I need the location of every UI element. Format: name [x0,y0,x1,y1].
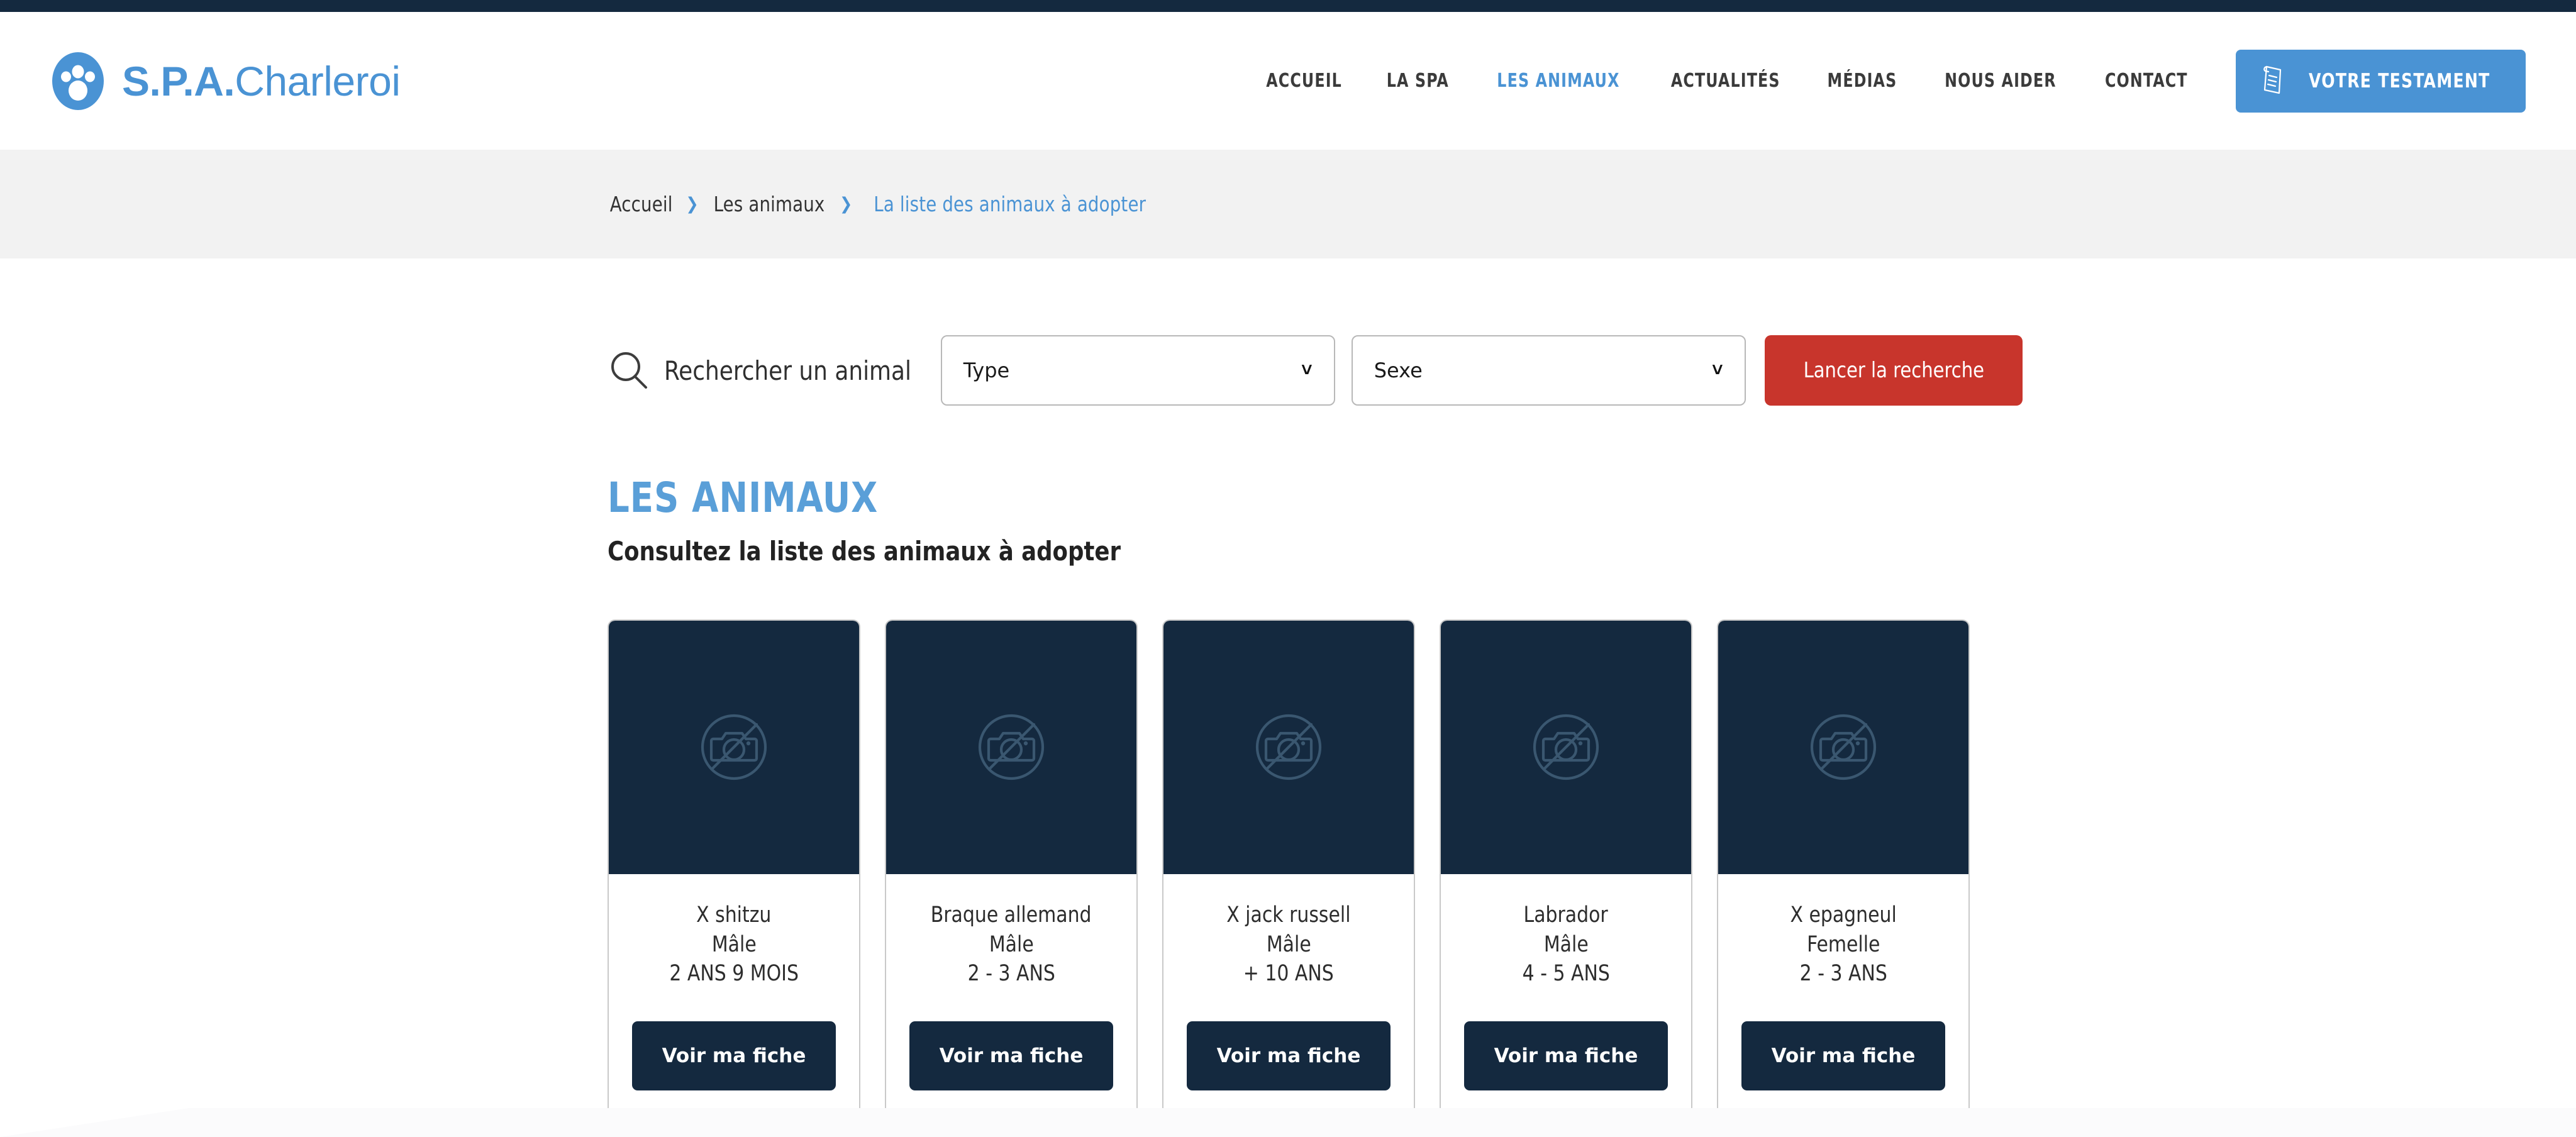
no-photo-camera-icon [1533,714,1599,780]
animal-card[interactable]: Braque allemand Mâle 2 - 3 ANS Voir ma f… [885,619,1138,1133]
voir-ma-fiche-label: Voir ma fiche [1494,1044,1638,1067]
breadcrumb-item-current: La liste des animaux à adopter [873,192,1146,216]
chevron-down-icon: ˅ [1301,360,1313,380]
animal-sex: Mâle [711,931,757,957]
votre-testament-label: VOTRE TESTAMENT [2309,69,2490,92]
breadcrumb-band: Accueil ❯ Les animaux ❯ La liste des ani… [0,150,2576,258]
nav-item-medias[interactable]: MÉDIAS [1812,70,1913,92]
animal-breed: X jack russell [1226,902,1351,928]
main-navigation: ACCUEIL LA SPA LES ANIMAUX ACTUALITÉS MÉ… [1243,49,2526,113]
animal-age: 2 ANS 9 MOIS [669,961,799,987]
animal-card-body: Labrador Mâle 4 - 5 ANS Voir ma fiche [1441,874,1691,1132]
sex-select-value: Sexe [1374,358,1423,382]
animal-age: 2 - 3 ANS [1799,961,1887,987]
search-icon [608,349,650,392]
launch-search-button[interactable]: Lancer la recherche [1764,335,2023,406]
animal-card-body: X shitzu Mâle 2 ANS 9 MOIS Voir ma fiche [609,874,859,1132]
voir-ma-fiche-button[interactable]: Voir ma fiche [631,1021,836,1090]
page-subtitle: Consultez la liste des animaux à adopter [608,536,1121,567]
paw-circle-icon [50,50,106,112]
animal-breed: Braque allemand [931,902,1092,928]
animal-card-body: Braque allemand Mâle 2 - 3 ANS Voir ma f… [886,874,1136,1132]
nav-item-contact[interactable]: CONTACT [2089,70,2203,92]
animal-breed: X shitzu [696,902,772,928]
animal-sex: Femelle [1806,931,1880,957]
page-title: LES ANIMAUX [608,474,879,522]
brand-name-bold: S.P.A. [122,57,235,104]
nav-item-la-spa[interactable]: LA SPA [1371,70,1464,92]
nav-item-actualites[interactable]: ACTUALITÉS [1655,70,1796,92]
animal-age: 2 - 3 ANS [967,961,1055,987]
nav-item-nous-aider[interactable]: NOUS AIDER [1929,70,2072,92]
animal-sex: Mâle [1266,931,1311,957]
voir-ma-fiche-label: Voir ma fiche [1771,1044,1916,1067]
breadcrumb-item-les-animaux[interactable]: Les animaux [714,192,825,216]
animal-card[interactable]: X shitzu Mâle 2 ANS 9 MOIS Voir ma fiche [608,619,860,1133]
animal-sex: Mâle [1543,931,1589,957]
animal-sex: Mâle [989,931,1034,957]
animal-breed: X epagneul [1790,902,1897,928]
animal-photo-placeholder [1163,620,1414,874]
chevron-right-icon: ❯ [686,194,699,214]
site-logo[interactable]: S.P.A.Charleroi [50,50,401,112]
animal-age: + 10 ANS [1243,961,1334,987]
animal-card[interactable]: X epagneul Femelle 2 - 3 ANS Voir ma fic… [1717,619,1970,1133]
animal-card-grid: X shitzu Mâle 2 ANS 9 MOIS Voir ma fiche [608,619,2576,1133]
animal-card[interactable]: Labrador Mâle 4 - 5 ANS Voir ma fiche [1440,619,1692,1133]
breadcrumb-item-accueil[interactable]: Accueil [610,192,673,216]
brand-wordmark: S.P.A.Charleroi [122,60,401,102]
site-header: S.P.A.Charleroi ACCUEIL LA SPA LES ANIMA… [0,12,2576,150]
animal-photo-placeholder [886,620,1136,874]
type-select[interactable]: Type ˅ [940,335,1335,406]
animal-card-body: X jack russell Mâle + 10 ANS Voir ma fic… [1163,874,1414,1132]
main-content: Rechercher un animal Type ˅ Sexe ˅ Lance… [0,258,2576,1133]
votre-testament-button[interactable]: VOTRE TESTAMENT [2236,49,2526,113]
top-accent-bar [0,0,2576,12]
nav-item-les-animaux[interactable]: LES ANIMAUX [1481,70,1635,92]
voir-ma-fiche-button[interactable]: Voir ma fiche [1463,1021,1668,1090]
nav-item-accueil[interactable]: ACCUEIL [1250,70,1357,92]
brand-name-light: Charleroi [235,57,401,104]
animal-card[interactable]: X jack russell Mâle + 10 ANS Voir ma fic… [1162,619,1415,1133]
no-photo-camera-icon [978,714,1045,780]
sex-select[interactable]: Sexe ˅ [1351,335,1746,406]
voir-ma-fiche-button[interactable]: Voir ma fiche [1186,1021,1391,1090]
breadcrumb: Accueil ❯ Les animaux ❯ La liste des ani… [608,192,1156,216]
animal-photo-placeholder [1718,620,1968,874]
animal-breed: Labrador [1523,902,1609,928]
animal-search-bar: Rechercher un animal Type ˅ Sexe ˅ Lance… [608,258,2576,406]
no-photo-camera-icon [1255,714,1322,780]
search-label: Rechercher un animal [664,355,912,386]
chevron-down-icon: ˅ [1712,360,1723,380]
voir-ma-fiche-button[interactable]: Voir ma fiche [1741,1021,1946,1090]
voir-ma-fiche-button[interactable]: Voir ma fiche [909,1021,1114,1090]
no-photo-camera-icon [701,714,767,780]
animal-card-body: X epagneul Femelle 2 - 3 ANS Voir ma fic… [1718,874,1968,1132]
animal-photo-placeholder [609,620,859,874]
no-photo-camera-icon [1810,714,1877,780]
voir-ma-fiche-label: Voir ma fiche [662,1044,806,1067]
voir-ma-fiche-label: Voir ma fiche [1216,1044,1361,1067]
scroll-document-icon [2261,65,2285,97]
launch-search-label: Lancer la recherche [1803,358,1984,383]
animal-age: 4 - 5 ANS [1522,961,1610,987]
voir-ma-fiche-label: Voir ma fiche [939,1044,1084,1067]
type-select-value: Type [963,358,1010,382]
animal-photo-placeholder [1441,620,1691,874]
chevron-right-icon: ❯ [840,194,853,214]
